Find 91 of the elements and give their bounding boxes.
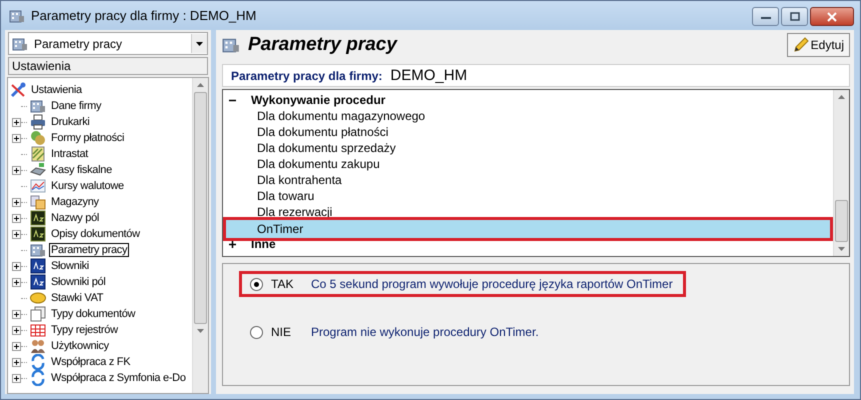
tree-item[interactable]: Nazwy pól [49, 211, 102, 225]
tree-item[interactable]: Kursy walutowe [49, 179, 126, 193]
box-icon [30, 194, 46, 210]
tree-item[interactable]: Drukarki [49, 115, 92, 129]
radio-button[interactable] [250, 326, 263, 338]
app-icon [9, 8, 25, 24]
window-title: Parametry pracy dla firmy : DEMO_HM [31, 8, 256, 23]
radio-button[interactable] [250, 278, 263, 290]
expand-icon[interactable] [12, 358, 21, 366]
tree-item[interactable]: Współpraca z Symfonia e-Do [49, 371, 188, 385]
expand-icon[interactable] [12, 278, 21, 286]
expand-icon[interactable] [12, 374, 21, 382]
navigator-dropdown[interactable]: Parametry pracy [8, 32, 208, 55]
option-label: TAK [271, 277, 294, 291]
docs-icon [30, 306, 46, 322]
grid-icon [30, 322, 46, 338]
option-description: Program nie wykonuje procedury OnTimer. [311, 325, 539, 339]
users-icon [30, 338, 46, 354]
close-button[interactable] [810, 7, 854, 26]
tree-item[interactable]: Słowniki pól [49, 275, 108, 289]
group-label[interactable]: Wykonywanie procedur [251, 93, 386, 107]
procedure-row[interactable]: Dla rezerwacji [223, 204, 833, 220]
azgreen-icon [30, 210, 46, 226]
expand-icon[interactable] [12, 326, 21, 334]
procedure-row[interactable]: Dla dokumentu zakupu [223, 156, 833, 172]
tree-item[interactable]: Współpraca z FK [49, 355, 132, 369]
tree-item[interactable]: Dane firmy [49, 99, 104, 113]
sync-icon [30, 370, 46, 386]
tree-header: Ustawienia [8, 57, 208, 75]
coins-icon [30, 130, 46, 146]
close-icon [826, 12, 838, 22]
tree-item[interactable]: Słowniki [49, 259, 91, 273]
tree-item[interactable]: Parametry pracy [49, 243, 130, 257]
minimize-button[interactable] [752, 7, 779, 26]
tools-icon [10, 82, 26, 98]
chart-icon [30, 178, 46, 194]
expand-icon[interactable] [12, 310, 21, 318]
tree-item[interactable]: Magazyny [49, 195, 101, 209]
tree-item[interactable]: Użytkownicy [49, 339, 111, 353]
sync-icon [30, 354, 46, 370]
expand-icon[interactable] [12, 198, 21, 206]
expand-icon[interactable] [12, 262, 21, 270]
scroll-up-icon[interactable] [197, 83, 204, 87]
scrollbar[interactable] [192, 78, 208, 393]
procedure-row[interactable]: Dla dokumentu magazynowego [223, 108, 833, 124]
building-icon [30, 242, 46, 258]
badge-icon [30, 290, 46, 306]
scrollbar-thumb[interactable] [194, 92, 207, 324]
scroll-down-icon[interactable] [197, 329, 204, 333]
tree-item[interactable]: Formy płatności [49, 131, 126, 145]
procedure-row[interactable]: Dla towaru [223, 188, 833, 204]
procedure-row[interactable]: Dla dokumentu płatności [223, 124, 833, 140]
edit-button[interactable]: Edytuj [786, 33, 850, 57]
building-icon [222, 36, 240, 54]
pencil-icon [792, 37, 809, 53]
azblue-icon [30, 258, 46, 274]
expand-icon[interactable] [12, 118, 21, 126]
scrollbar-thumb[interactable] [835, 200, 848, 242]
option-description: Co 5 sekund program wywołuje procedurę języka raportów OnTimer [311, 277, 673, 291]
expand-icon[interactable] [12, 230, 21, 238]
maximize-icon [788, 12, 800, 22]
tree-item[interactable]: Typy rejestrów [49, 323, 120, 337]
tree-item[interactable]: Kasy fiskalne [49, 163, 114, 177]
tree-item[interactable]: Ustawienia [29, 83, 84, 97]
scrollbar[interactable] [833, 90, 849, 256]
building-icon [12, 36, 28, 52]
option-label: NIE [271, 325, 292, 339]
tree-item[interactable]: Opisy dokumentów [49, 227, 142, 241]
expand-icon[interactable] [229, 240, 236, 248]
expand-icon[interactable] [12, 214, 21, 222]
tree-item[interactable]: Stawki VAT [49, 291, 106, 305]
tree-item[interactable]: Typy dokumentów [49, 307, 138, 321]
scroll-down-icon[interactable] [838, 247, 845, 251]
azgreen-icon [30, 226, 46, 242]
scroll-up-icon[interactable] [838, 95, 845, 99]
panel-title: Parametry pracy [248, 34, 397, 56]
expand-icon[interactable] [12, 342, 21, 350]
azblue-icon [30, 274, 46, 290]
procedure-row[interactable]: Dla kontrahenta [223, 172, 833, 188]
building-icon [30, 98, 46, 114]
procedure-row[interactable]: Dla dokumentu sprzedaży [223, 140, 833, 156]
company-label: Parametry pracy dla firmy: [231, 69, 382, 83]
maximize-button[interactable] [781, 7, 808, 26]
printer-icon [30, 114, 46, 130]
expand-icon[interactable] [12, 166, 21, 174]
company-name: DEMO_HM [390, 67, 468, 84]
expand-icon[interactable] [12, 134, 21, 142]
dropdown-value: Parametry pracy [34, 36, 122, 50]
tree-item[interactable]: Intrastat [49, 147, 90, 161]
procedure-row[interactable]: OnTimer [223, 217, 833, 241]
stripes-icon [30, 146, 46, 162]
